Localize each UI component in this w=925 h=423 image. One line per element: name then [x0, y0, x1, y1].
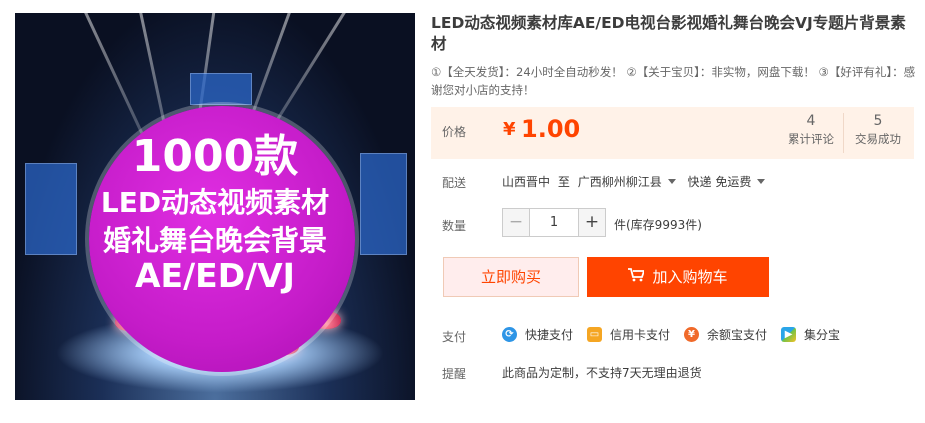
price-panel: 价格 ¥ 1.00 4 累计评论 5 交易成功: [431, 107, 914, 159]
payment-methods: ⟳ 快捷支付 ▭ 信用卡支付 ¥ 余额宝支付 ▶ 集分宝: [502, 326, 854, 343]
quantity-input[interactable]: 1: [530, 208, 578, 237]
ship-to-word: 至: [557, 175, 570, 189]
shipping-row: 山西晋中 至 广西柳州柳江县 快递 免运费: [502, 173, 773, 190]
product-title: LED动态视频素材库AE/ED电视台影视婚礼舞台晚会VJ专题片背景素材: [431, 14, 906, 53]
money-bag-icon: ¥: [684, 327, 700, 342]
ship-destination: 广西柳州柳江县: [577, 175, 662, 189]
promo-line-4: AE/ED/VJ: [135, 256, 295, 295]
led-screen: [190, 73, 252, 105]
promo-count: 1000款: [131, 131, 299, 182]
promo-line-2: LED动态视频素材: [100, 186, 330, 219]
notice-label: 提醒: [442, 367, 467, 381]
payment-points: ▶ 集分宝: [781, 326, 840, 343]
reviews-count: 4: [806, 113, 816, 129]
payment-yuebao: ¥ 余额宝支付: [684, 326, 767, 343]
price-label: 价格: [442, 125, 467, 139]
payment-credit: ▭ 信用卡支付: [587, 326, 670, 343]
credit-card-icon: ▭: [587, 327, 603, 342]
promo-line-3: 婚礼舞台晚会背景: [102, 224, 327, 257]
payment-quick: ⟳ 快捷支付: [502, 326, 573, 343]
payment-method-label: 信用卡支付: [610, 328, 671, 342]
quantity-decrease-button[interactable]: −: [502, 208, 530, 237]
chevron-down-icon: [667, 179, 676, 184]
quantity-stepper: − 1 +: [502, 208, 606, 237]
sales-stat: 5 交易成功: [846, 113, 910, 147]
add-to-cart-label: 加入购物车: [652, 268, 728, 286]
product-description: ①【全天发货】：24小时全自动秒发！ ②【关于宝贝】：非实物，网盘下载！ ③【好…: [431, 65, 916, 97]
notice-text: 此商品为定制，不支持7天无理由退货: [502, 366, 702, 380]
reviews-label: 累计评论: [788, 132, 834, 146]
shopping-cart-icon: [628, 258, 646, 298]
reviews-stat[interactable]: 4 累计评论: [779, 113, 843, 147]
payment-method-label: 余额宝支付: [707, 328, 768, 342]
quick-pay-icon: ⟳: [502, 327, 517, 342]
jifenbao-icon: ▶: [781, 327, 797, 342]
price-currency: ¥: [503, 119, 516, 140]
sales-count: 5: [873, 113, 883, 129]
add-to-cart-button[interactable]: 加入购物车: [587, 257, 769, 297]
buy-now-button[interactable]: 立即购买: [443, 257, 579, 297]
product-image: 1000款 LED动态视频素材 婚礼舞台晚会背景 AE/ED/VJ: [15, 13, 415, 400]
ship-destination-select[interactable]: 广西柳州柳江县: [578, 175, 684, 189]
quantity-increase-button[interactable]: +: [578, 208, 606, 237]
payment-method-label: 快捷支付: [525, 328, 574, 342]
stock-info: 件(库存9993件): [614, 218, 702, 232]
chevron-down-icon: [757, 179, 766, 184]
stat-divider: [843, 113, 844, 153]
payment-method-label: 集分宝: [804, 328, 841, 342]
shipping-label: 配送: [442, 176, 467, 190]
sales-label: 交易成功: [855, 132, 901, 146]
ship-method: 快递 免运费: [687, 175, 752, 189]
ship-method-select[interactable]: 快递 免运费: [688, 175, 774, 189]
payment-label: 支付: [442, 330, 467, 344]
price-amount: 1.00: [521, 115, 581, 143]
ship-from: 山西晋中: [502, 175, 551, 189]
quantity-label: 数量: [442, 219, 467, 233]
